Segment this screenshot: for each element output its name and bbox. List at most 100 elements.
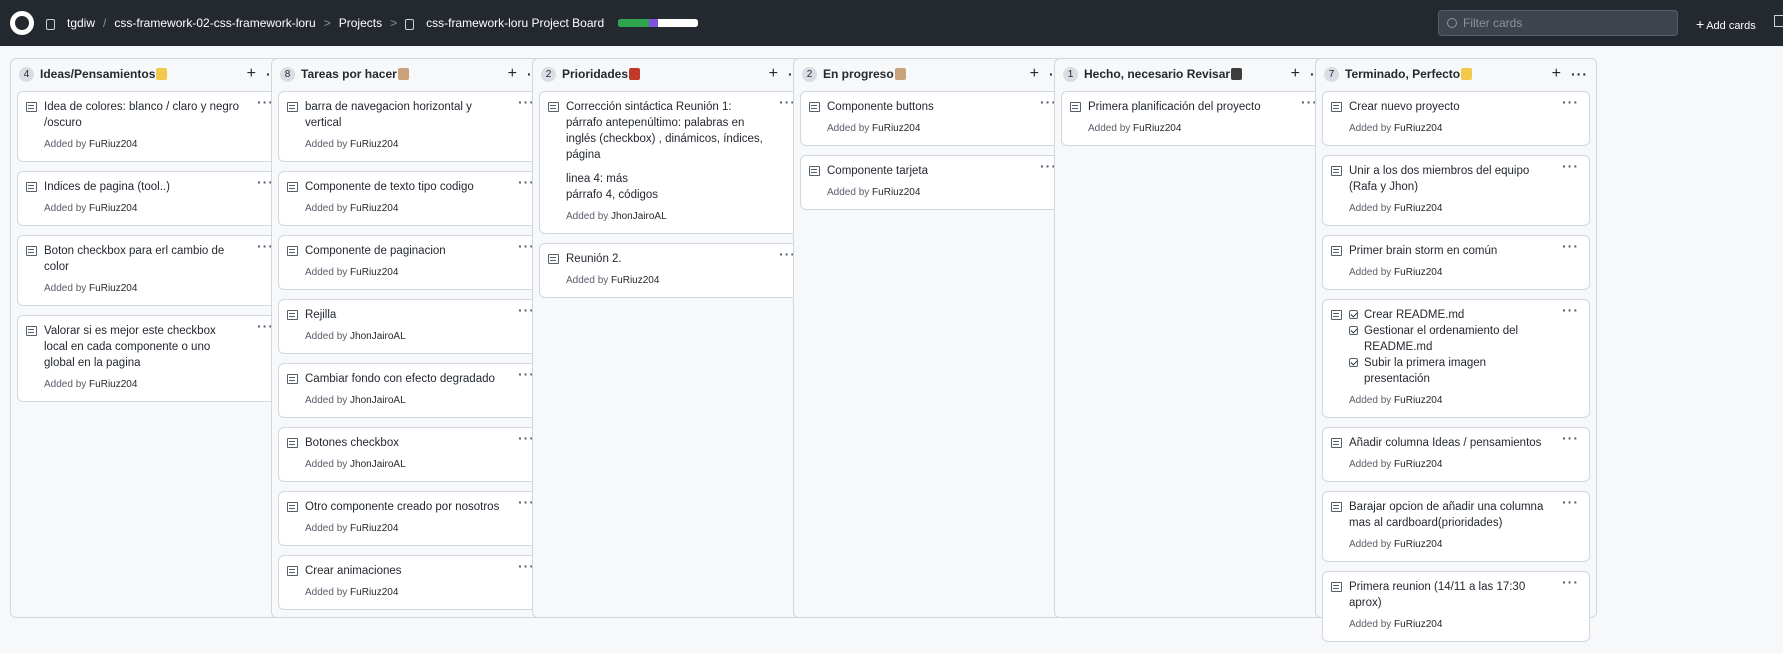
added-by-label: Added by xyxy=(305,331,348,342)
checked-checkbox-icon[interactable] xyxy=(1349,358,1358,367)
card-text: Reunión 2. xyxy=(566,253,622,265)
card-author[interactable]: FuRiuz204 xyxy=(1394,267,1442,278)
card-text: Añadir columna Ideas / pensamientos xyxy=(1349,437,1542,449)
note-card[interactable]: ··· Botones checkbox Added by JhonJairoAL xyxy=(278,427,546,482)
note-icon xyxy=(287,182,298,192)
add-card-icon[interactable]: + xyxy=(508,65,517,83)
card-author[interactable]: FuRiuz204 xyxy=(89,203,137,214)
column: 2En progreso+······Componente buttonsAdd… xyxy=(793,58,1075,618)
note-card[interactable]: ··· Reunión 2. Added by FuRiuz204 xyxy=(539,243,807,298)
card-added-by: Added by JhonJairoAL xyxy=(305,393,537,409)
add-cards-button[interactable]: + Add cards xyxy=(1696,16,1756,32)
card-text: Componente buttons xyxy=(827,101,934,113)
note-icon xyxy=(809,102,820,112)
note-card[interactable]: ··· barra de navegacion horizontal y vert… xyxy=(278,91,546,162)
note-card[interactable]: ··· Cambiar fondo con efecto degradado Add… xyxy=(278,363,546,418)
note-card[interactable]: ··· Componente tarjeta Added by FuRiuz204 xyxy=(800,155,1068,210)
filter-cards-input[interactable] xyxy=(1463,16,1663,30)
note-card[interactable]: ··· Primera planificación del proyecto Add… xyxy=(1061,91,1329,146)
fullscreen-icon[interactable] xyxy=(1774,15,1783,27)
checked-checkbox-icon[interactable] xyxy=(1349,326,1358,335)
card-author[interactable]: FuRiuz204 xyxy=(1394,619,1442,630)
card-author[interactable]: FuRiuz204 xyxy=(872,123,920,134)
note-card[interactable]: ··· Barajar opcion de añadir una columna … xyxy=(1322,491,1590,562)
card-menu-icon[interactable]: ··· xyxy=(1562,238,1579,254)
lock-icon xyxy=(46,18,55,30)
card-author[interactable]: FuRiuz204 xyxy=(89,139,137,150)
card-menu-icon[interactable]: ··· xyxy=(1562,94,1579,110)
card-author[interactable]: FuRiuz204 xyxy=(350,523,398,534)
add-card-icon[interactable]: + xyxy=(247,65,256,83)
add-card-icon[interactable]: + xyxy=(1552,65,1561,83)
note-card[interactable]: ··· Indices de pagina (tool..) Added by Fu… xyxy=(17,171,285,226)
card-menu-icon[interactable]: ··· xyxy=(1562,302,1579,318)
note-card[interactable]: ··· Rejilla Added by JhonJairoAL xyxy=(278,299,546,354)
card-text: Indices de pagina (tool..) xyxy=(44,181,170,193)
breadcrumb-projects[interactable]: Projects xyxy=(339,16,382,30)
github-logo-icon[interactable] xyxy=(10,11,34,35)
card-menu-icon[interactable]: ··· xyxy=(1562,158,1579,174)
add-card-icon[interactable]: + xyxy=(1030,65,1039,83)
card-menu-icon[interactable]: ··· xyxy=(1562,494,1579,510)
add-card-icon[interactable]: + xyxy=(769,65,778,83)
card-author[interactable]: FuRiuz204 xyxy=(611,275,659,286)
column: 2Prioridades+······Corrección sintáctica… xyxy=(532,58,814,618)
card-added-by: Added by JhonJairoAL xyxy=(305,329,537,345)
note-card[interactable]: ··· Corrección sintáctica Reunión 1: párr… xyxy=(539,91,807,234)
note-card[interactable]: ··· Idea de colores: blanco / claro y neg… xyxy=(17,91,285,162)
card-author[interactable]: FuRiuz204 xyxy=(1394,395,1442,406)
card-author[interactable]: FuRiuz204 xyxy=(350,203,398,214)
card-author[interactable]: FuRiuz204 xyxy=(1394,203,1442,214)
card-author[interactable]: FuRiuz204 xyxy=(1394,123,1442,134)
breadcrumb-owner[interactable]: tgdiw xyxy=(67,16,95,30)
note-card[interactable]: ··· Otro componente creado por nosotros Ad… xyxy=(278,491,546,546)
added-by-label: Added by xyxy=(1088,123,1131,134)
note-card[interactable]: ··· Añadir columna Ideas / pensamientos Ad… xyxy=(1322,427,1590,482)
card-author[interactable]: FuRiuz204 xyxy=(350,587,398,598)
card-author[interactable]: FuRiuz204 xyxy=(350,267,398,278)
note-card[interactable]: ··· Valorar si es mejor este checkbox loc… xyxy=(17,315,285,402)
note-card[interactable]: ··· Primera reunion (14/11 a las 17:30 ap… xyxy=(1322,571,1590,642)
card-author[interactable]: FuRiuz204 xyxy=(350,139,398,150)
note-card[interactable]: ··· Componente de paginacion Added by FuRi… xyxy=(278,235,546,290)
card-added-by: Added by FuRiuz204 xyxy=(1349,457,1581,473)
card-author[interactable]: FuRiuz204 xyxy=(1394,459,1442,470)
column-menu-icon[interactable]: ··· xyxy=(1571,66,1588,82)
note-card[interactable]: ··· Componente de texto tipo codigo Added … xyxy=(278,171,546,226)
note-card[interactable]: ··· Primer brain storm en común Added by F… xyxy=(1322,235,1590,290)
card-added-by: Added by FuRiuz204 xyxy=(566,273,798,289)
note-icon xyxy=(287,502,298,512)
card-text: Botones checkbox xyxy=(305,437,399,449)
card-author[interactable]: FuRiuz204 xyxy=(1394,539,1442,550)
memo-icon xyxy=(894,68,906,80)
card-author[interactable]: FuRiuz204 xyxy=(1133,123,1181,134)
added-by-label: Added by xyxy=(1349,619,1392,630)
note-card[interactable]: ··· Crear nuevo proyecto Added by FuRiuz20… xyxy=(1322,91,1590,146)
card-author[interactable]: JhonJairoAL xyxy=(611,211,667,222)
note-icon xyxy=(1331,310,1342,320)
card-author[interactable]: FuRiuz204 xyxy=(89,283,137,294)
column-header: 7 Terminado, Perfecto + ··· xyxy=(1316,59,1596,89)
breadcrumb-repo[interactable]: css-framework-02-css-framework-loru xyxy=(114,16,315,30)
card-author[interactable]: JhonJairoAL xyxy=(350,331,406,342)
add-card-icon[interactable]: + xyxy=(1291,65,1300,83)
card-extra-text: linea 4: más párrafo 4, códigos xyxy=(566,171,798,203)
added-by-label: Added by xyxy=(566,275,609,286)
column-title-wrap: Ideas/Pensamientos xyxy=(40,67,247,81)
note-card[interactable]: ··· Unir a los dos miembros del equipo (R… xyxy=(1322,155,1590,226)
added-by-label: Added by xyxy=(827,123,870,134)
card-menu-icon[interactable]: ··· xyxy=(1562,574,1579,590)
note-card[interactable]: ··· Crear README.md Gestionar el ordenamie… xyxy=(1322,299,1590,418)
note-icon xyxy=(548,102,559,112)
card-author[interactable]: FuRiuz204 xyxy=(872,187,920,198)
column-header: 2En progreso+··· xyxy=(794,59,1074,89)
card-author[interactable]: FuRiuz204 xyxy=(89,379,137,390)
task-text: Crear README.md xyxy=(1364,309,1465,321)
breadcrumb-board[interactable]: css-framework-loru Project Board xyxy=(426,16,604,30)
card-author[interactable]: JhonJairoAL xyxy=(350,459,406,470)
card-author[interactable]: JhonJairoAL xyxy=(350,395,406,406)
note-card[interactable]: ··· Componente buttons Added by FuRiuz204 xyxy=(800,91,1068,146)
card-menu-icon[interactable]: ··· xyxy=(1562,430,1579,446)
note-card[interactable]: ··· Boton checkbox para erl cambio de col… xyxy=(17,235,285,306)
checked-checkbox-icon[interactable] xyxy=(1349,310,1358,319)
